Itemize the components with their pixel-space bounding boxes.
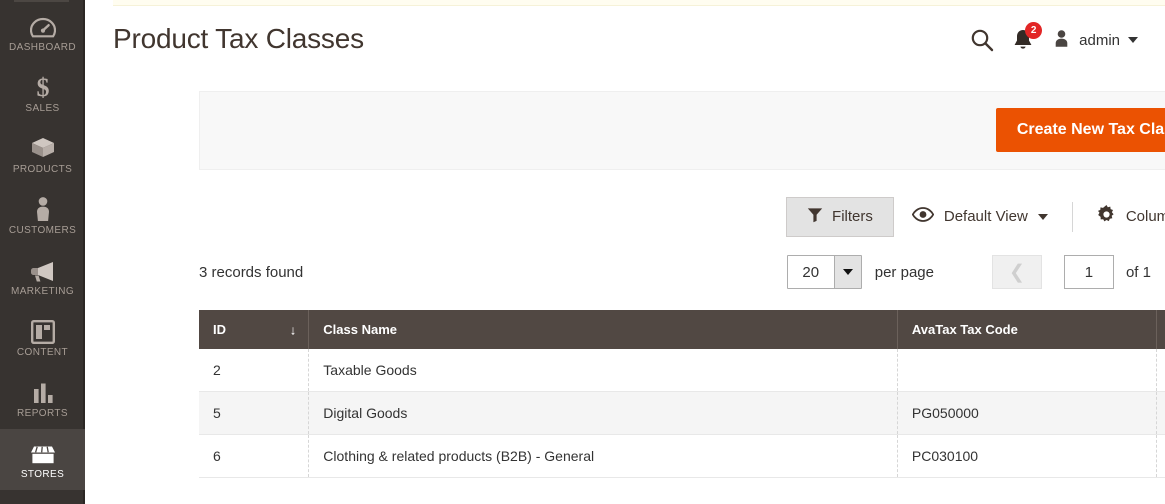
cell-tax-code: PC030100 [897,434,1157,478]
sidebar-item-content[interactable]: CONTENT [0,307,85,368]
sidebar-item-marketing[interactable]: MARKETING [0,246,85,307]
search-icon[interactable] [970,28,994,52]
sidebar-item-label: CONTENT [16,346,69,358]
eye-icon [911,207,935,226]
create-new-tax-class-button[interactable]: Create New Tax Class [995,108,1165,152]
page-actions-panel: Create New Tax Class [199,91,1165,170]
admin-user-menu[interactable]: admin [1052,29,1138,52]
sidebar-item-label: PRODUCTS [12,163,73,175]
per-page-value: 20 [802,263,820,281]
sidebar-item-stores[interactable]: STORES [0,429,85,490]
cell-action: Edit [1156,349,1165,392]
previous-page-button[interactable]: ❮ [991,255,1042,289]
grid-body: 2 Taxable Goods Edit 5 Digital Goods PG0… [199,349,1165,478]
toolbar-divider [1071,201,1073,232]
cell-tax-code: PG050000 [897,391,1157,435]
dollar-icon: $ [33,74,53,100]
person-icon [34,196,52,222]
sidebar-item-label: DASHBOARD [9,41,76,53]
cell-id: 5 [199,391,310,435]
column-header-class-name[interactable]: Class Name [308,310,898,349]
main-content: Product Tax Classes 2 admin Create New T… [85,0,1165,504]
current-page-input[interactable] [1063,255,1114,289]
notifications-bell-icon[interactable]: 2 [1012,22,1043,52]
cell-class-name: Digital Goods [308,391,898,435]
chevron-down-icon [842,269,853,275]
total-pages-label: of 1 [1125,263,1151,281]
user-avatar-icon [1052,29,1071,52]
records-pagination-row: 3 records found 20 per page ❮ of 1 ❯ [199,255,1165,289]
sidebar-item-dashboard[interactable]: DASHBOARD [0,2,85,63]
columns-label: Columns [1125,208,1165,225]
tax-classes-grid: ID ↓ Class Name AvaTax Tax Code Action [199,310,1165,478]
megaphone-icon [29,257,57,283]
admin-page: DASHBOARD $ SALES PRODUCTS CUSTOMERS MAR… [0,0,1165,504]
table-row[interactable]: 2 Taxable Goods Edit [199,349,1165,392]
column-header-action: Action [1156,310,1165,349]
column-header-label: AvaTax Tax Code [911,322,1018,337]
pagination-controls: 20 per page ❮ of 1 ❯ [786,255,1165,289]
sidebar-item-customers[interactable]: CUSTOMERS [0,185,85,246]
storefront-icon [29,440,57,466]
default-view-selector[interactable]: Default View [894,198,1066,235]
filters-button[interactable]: Filters [786,196,894,237]
cell-id: 2 [199,349,310,392]
per-page-dropdown-arrow[interactable] [833,256,861,288]
cell-class-name: Taxable Goods [308,349,898,392]
cell-action: Edit [1156,391,1165,435]
grid-table: ID ↓ Class Name AvaTax Tax Code Action [199,310,1165,478]
sidebar-item-label: SALES [25,102,60,114]
sidebar-item-label: CUSTOMERS [8,224,77,236]
cell-tax-code [897,349,1157,392]
chevron-down-icon [1128,37,1138,43]
grid-toolbar: Filters Default View Columns [199,196,1165,237]
gear-icon [1097,205,1116,228]
column-header-avatax-tax-code[interactable]: AvaTax Tax Code [897,310,1157,349]
filters-label: Filters [832,208,873,225]
sort-descending-icon: ↓ [289,322,297,337]
column-header-label: Class Name [323,322,398,337]
sidebar-item-label: REPORTS [17,407,68,419]
gauge-icon [29,13,56,39]
cell-action: Edit [1156,434,1165,478]
sidebar-item-label: MARKETING [10,285,75,297]
main-sidebar: DASHBOARD $ SALES PRODUCTS CUSTOMERS MAR… [0,0,85,504]
per-page-select[interactable]: 20 [786,255,862,289]
table-row[interactable]: 5 Digital Goods PG050000 Edit [199,391,1165,435]
box-icon [30,135,56,161]
layout-icon [30,318,55,344]
bar-chart-icon [31,379,55,405]
grid-header: ID ↓ Class Name AvaTax Tax Code Action [199,310,1165,349]
cell-id: 6 [199,434,310,478]
chevron-down-icon [1037,213,1048,220]
records-found-label: 3 records found [199,263,304,281]
columns-selector[interactable]: Columns [1079,196,1165,237]
sidebar-item-sales[interactable]: $ SALES [0,63,85,124]
column-header-id[interactable]: ID ↓ [199,310,310,349]
default-view-label: Default View [943,208,1028,225]
page-header: Product Tax Classes 2 admin [113,22,1138,74]
svg-text:$: $ [36,74,49,100]
table-row[interactable]: 6 Clothing & related products (B2B) - Ge… [199,434,1165,478]
funnel-icon [807,207,823,227]
sidebar-item-products[interactable]: PRODUCTS [0,124,85,185]
chevron-left-icon: ❮ [1009,261,1025,283]
notice-strip [113,0,1165,6]
per-page-label: per page [874,263,934,281]
grid-header-row: ID ↓ Class Name AvaTax Tax Code Action [199,310,1165,349]
column-header-label: ID [213,322,226,337]
header-actions: 2 admin [970,22,1138,52]
admin-user-name: admin [1079,31,1120,49]
sidebar-item-label: STORES [20,468,65,480]
sidebar-item-reports[interactable]: REPORTS [0,368,85,429]
cell-class-name: Clothing & related products (B2B) - Gene… [308,434,898,478]
notification-count-badge: 2 [1025,22,1043,39]
